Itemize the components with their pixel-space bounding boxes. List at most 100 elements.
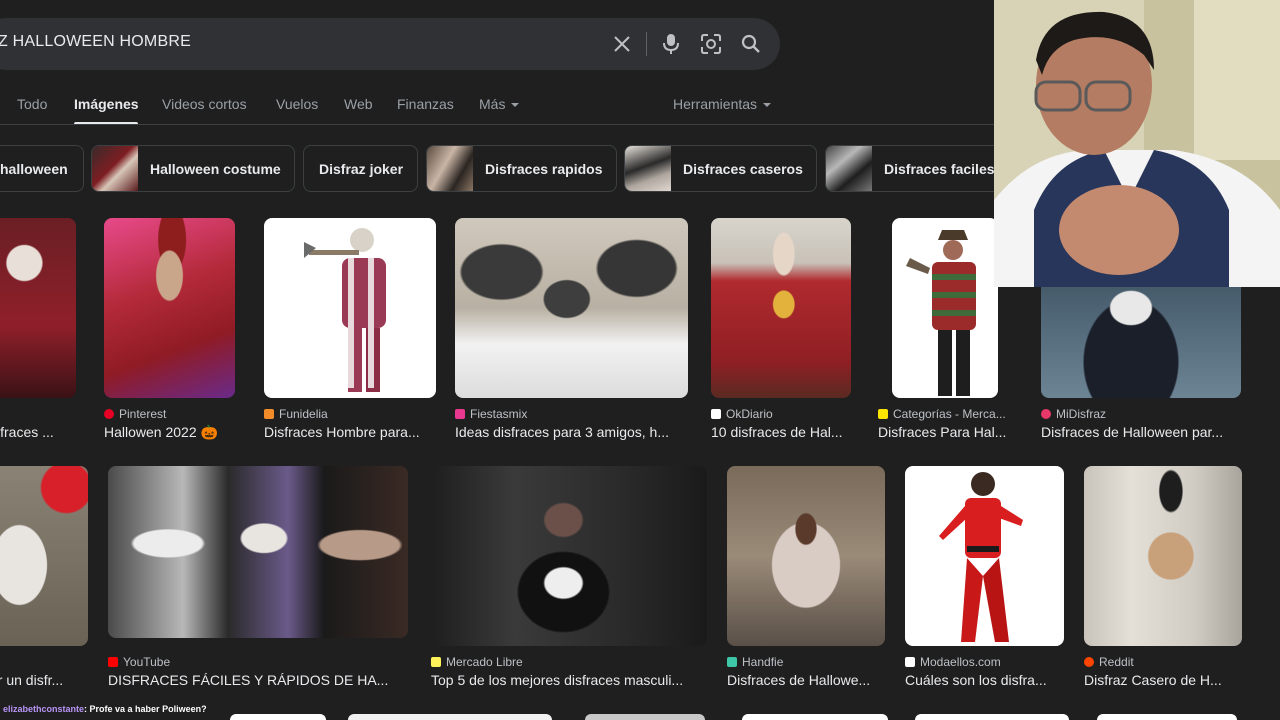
chip-thumbnail	[826, 146, 872, 191]
chat-message: elizabethconstante: Profe va a haber Pol…	[3, 704, 207, 714]
result-title: Ideas disfraces para 3 amigos, h...	[455, 424, 669, 440]
chevron-down-icon	[763, 103, 772, 108]
result-title: Top 5 de los mejores disfraces masculi..…	[431, 672, 684, 688]
tab-mas-label: Más	[479, 96, 506, 112]
webcam-overlay	[994, 0, 1280, 287]
midisfraz-icon	[1041, 409, 1051, 419]
image-result[interactable]	[230, 714, 326, 720]
result-source-label: OkDiario	[726, 407, 773, 421]
image-result[interactable]: Mercado Libre Top 5 de los mejores disfr…	[431, 466, 707, 696]
chip-disfraces-faciles[interactable]: Disfraces faciles	[825, 145, 1015, 192]
search-icon[interactable]	[738, 31, 764, 57]
chip-label: Disfraces caseros	[683, 160, 803, 177]
result-image	[905, 466, 1064, 646]
okdiario-icon	[711, 409, 721, 419]
camera-lens-icon[interactable]	[698, 31, 724, 57]
result-source: Pinterest	[104, 407, 166, 421]
chip-label: halloween	[0, 160, 68, 177]
image-result[interactable]: isfraces ...	[0, 218, 76, 448]
mercadolibre-icon	[431, 657, 441, 667]
result-source: Categorías - Merca...	[878, 407, 1006, 421]
result-image	[727, 466, 885, 646]
result-source: Handfie	[727, 655, 783, 669]
image-result[interactable]	[348, 714, 552, 720]
search-input[interactable]: Z HALLOWEEN HOMBRE	[0, 33, 191, 51]
result-source: Reddit	[1084, 655, 1134, 669]
tabs-divider	[0, 124, 1000, 125]
image-result[interactable]	[742, 714, 888, 720]
chip-disfraces-caseros[interactable]: Disfraces caseros	[624, 145, 817, 192]
result-source: Modaellos.com	[905, 655, 1001, 669]
image-result[interactable]: f er un disfr...	[0, 466, 88, 696]
clown-figure	[304, 228, 386, 392]
search-bar[interactable]: Z HALLOWEEN HOMBRE	[0, 18, 780, 70]
result-source: Funidelia	[264, 407, 328, 421]
result-image	[108, 466, 408, 638]
tab-videos-cortos[interactable]: Videos cortos	[162, 96, 247, 112]
result-source-label: Modaellos.com	[920, 655, 1001, 669]
result-image	[711, 218, 851, 398]
result-source: OkDiario	[711, 407, 773, 421]
chat-text: Profe va a haber Poliween?	[87, 704, 207, 714]
result-image	[0, 466, 88, 646]
result-title: DISFRACES FÁCILES Y RÁPIDOS DE HA...	[108, 672, 389, 688]
result-source-label: Mercado Libre	[446, 655, 523, 669]
result-source-label: Funidelia	[279, 407, 328, 421]
image-result[interactable]	[585, 714, 705, 720]
result-source: YouTube	[108, 655, 170, 669]
image-result[interactable]: Reddit Disfraz Casero de H...	[1084, 466, 1244, 696]
result-source-label: Handfie	[742, 655, 784, 669]
tab-finanzas[interactable]: Finanzas	[397, 96, 454, 112]
result-source-label: MiDisfraz	[1056, 407, 1106, 421]
result-title: Cuáles son los disfra...	[905, 672, 1047, 688]
next-row-preview	[0, 714, 1280, 720]
result-title: Disfraces de Halloween par...	[1041, 424, 1224, 440]
result-image	[0, 218, 76, 398]
tools-label: Herramientas	[673, 96, 758, 112]
image-result[interactable]: Handfie Disfraces de Hallowe...	[727, 466, 885, 696]
chip-label: Disfraces faciles	[884, 160, 995, 177]
chip-disfraz-joker[interactable]: Disfraz joker	[303, 145, 418, 192]
image-result[interactable]: Fiestasmix Ideas disfraces para 3 amigos…	[455, 218, 688, 448]
image-result[interactable]: Pinterest Hallowen 2022 🎃	[104, 218, 244, 448]
fiestasmix-icon	[455, 409, 465, 419]
chip-label: Disfraz joker	[319, 160, 404, 177]
modaellos-icon	[905, 657, 915, 667]
image-result[interactable]: OkDiario 10 disfraces de Hal...	[711, 218, 851, 448]
chip-halloween-costume[interactable]: Halloween costume	[91, 145, 295, 192]
tab-imagenes[interactable]: Imágenes	[74, 96, 139, 112]
chip-halloween[interactable]: halloween	[0, 145, 84, 192]
chip-label: Halloween costume	[150, 160, 281, 177]
close-icon[interactable]	[609, 31, 635, 57]
chip-label: Disfraces rapidos	[485, 160, 603, 177]
presenter-video	[994, 0, 1280, 287]
result-source-label: Fiestasmix	[470, 407, 528, 421]
search-divider	[646, 32, 647, 56]
result-source: Mercado Libre	[431, 655, 523, 669]
mic-icon[interactable]	[658, 31, 684, 57]
chip-disfraces-rapidos[interactable]: Disfraces rapidos	[426, 145, 617, 192]
tab-vuelos[interactable]: Vuelos	[276, 96, 318, 112]
image-result[interactable]: Modaellos.com Cuáles son los disfra...	[905, 466, 1065, 696]
tab-mas[interactable]: Más	[479, 96, 520, 112]
image-result[interactable]	[915, 714, 1069, 720]
result-image	[431, 466, 707, 646]
chip-thumbnail	[92, 146, 138, 191]
tools-button[interactable]: Herramientas	[673, 96, 772, 112]
red-suit-figure	[939, 472, 1023, 642]
result-source-label: Reddit	[1099, 655, 1134, 669]
tab-web[interactable]: Web	[344, 96, 373, 112]
funidelia-icon	[264, 409, 274, 419]
tab-todo[interactable]: Todo	[17, 96, 47, 112]
result-title: isfraces ...	[0, 424, 54, 440]
search-tabs: Todo Imágenes Videos cortos Vuelos Web F…	[0, 92, 1000, 128]
freddy-figure	[906, 230, 976, 396]
result-title: Disfraces de Hallowe...	[727, 672, 871, 688]
result-image	[104, 218, 235, 398]
image-result[interactable]: Funidelia Disfraces Hombre para...	[264, 218, 436, 448]
handfie-icon	[727, 657, 737, 667]
result-image	[455, 218, 688, 398]
reddit-icon	[1084, 657, 1094, 667]
image-result[interactable]	[1097, 714, 1237, 720]
image-result[interactable]: YouTube DISFRACES FÁCILES Y RÁPIDOS DE H…	[108, 466, 408, 696]
